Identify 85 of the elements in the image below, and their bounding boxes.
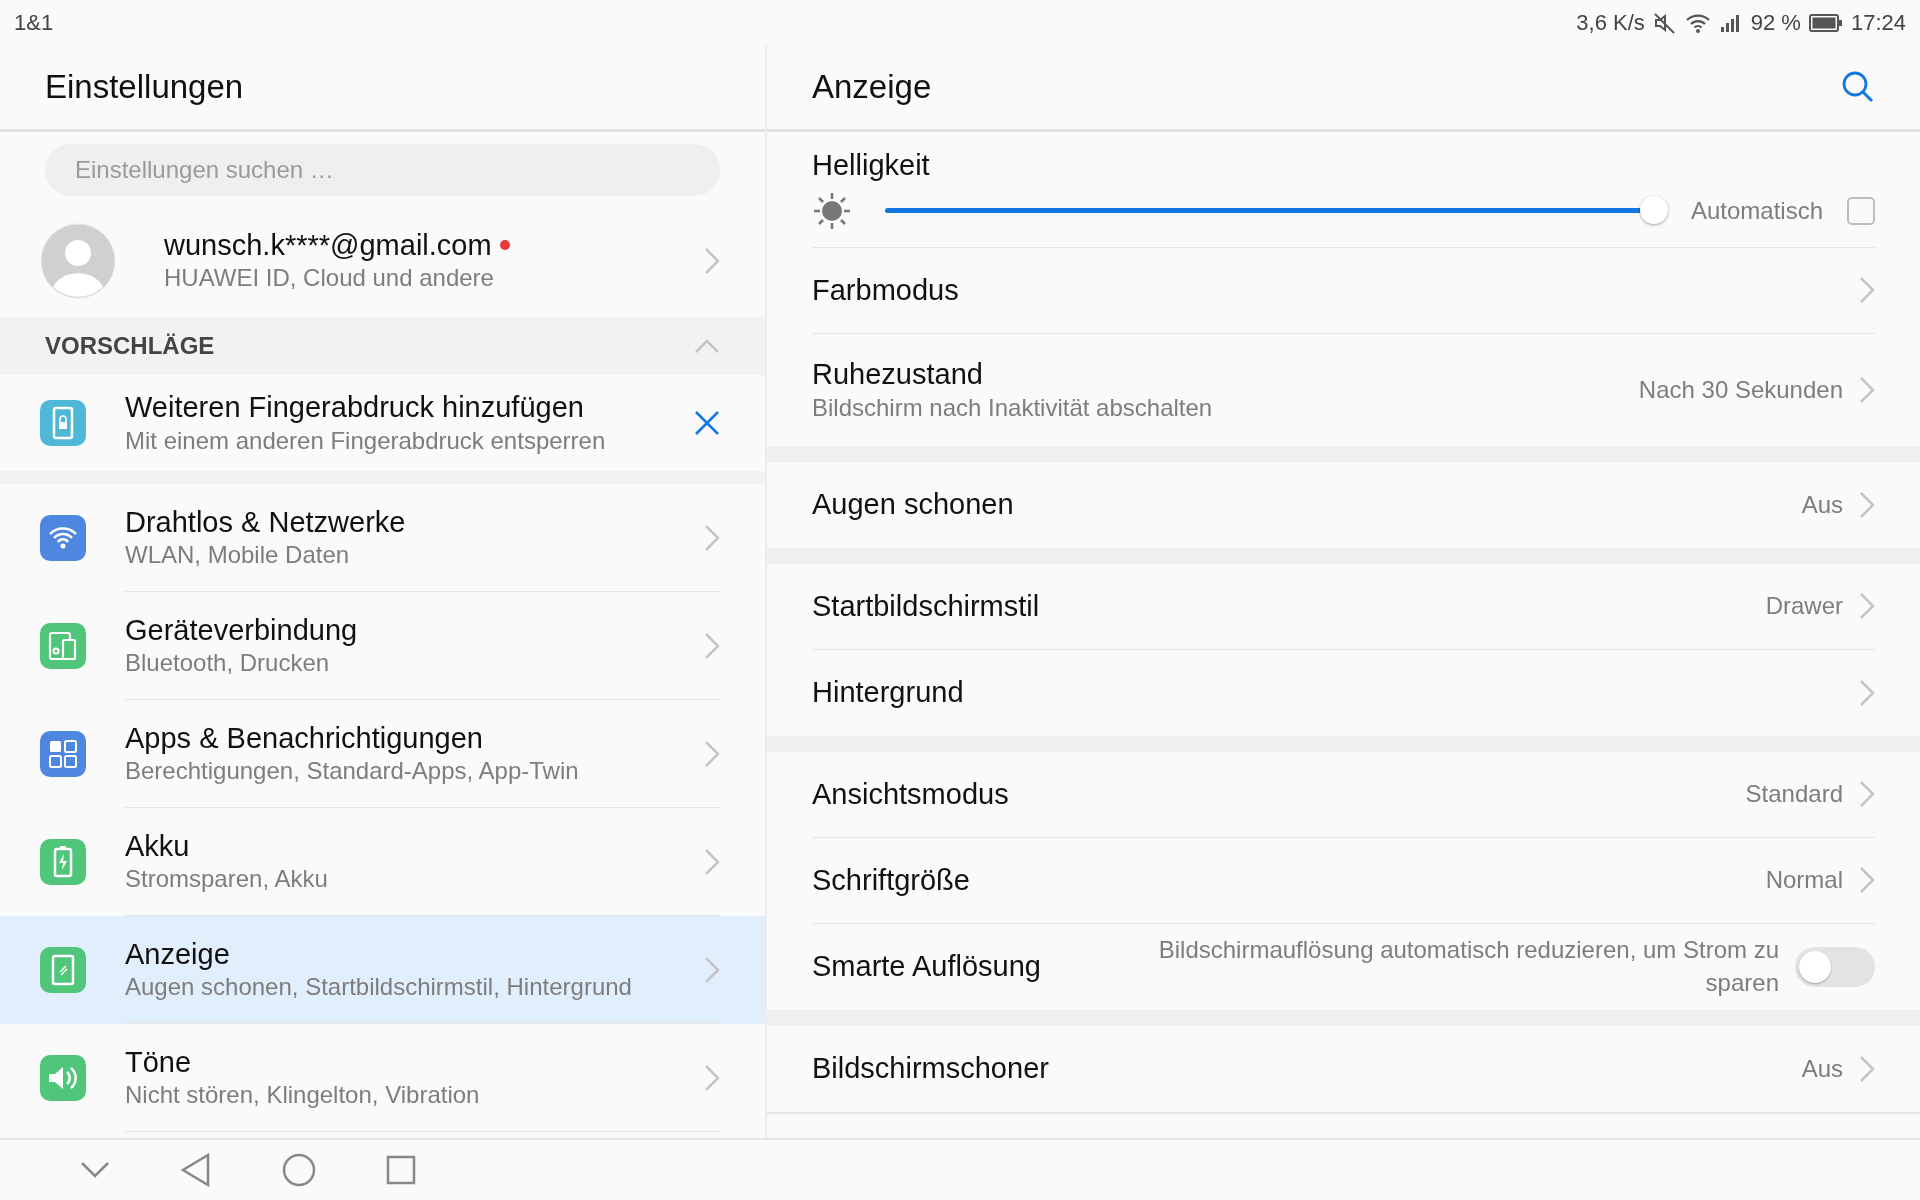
chevron-right-icon xyxy=(704,246,720,275)
setting-value: Drawer xyxy=(1765,591,1843,622)
setting-value: Aus xyxy=(1801,1053,1843,1084)
item-title: Töne xyxy=(125,1044,193,1080)
item-subtitle: Stromsparen, Akku xyxy=(125,864,329,895)
clock-time: 17:24 xyxy=(1850,9,1906,37)
setting-row[interactable]: Ansichtsmodus Standard xyxy=(812,751,1875,838)
setting-title: Ansichtsmodus xyxy=(812,776,1010,812)
item-subtitle: Bluetooth, Drucken xyxy=(125,648,331,679)
slider-thumb[interactable] xyxy=(1639,196,1668,225)
account-subtitle: HUAWEI ID, Cloud und andere xyxy=(164,263,495,294)
chevron-right-icon xyxy=(1859,490,1875,519)
recents-icon[interactable] xyxy=(386,1155,416,1185)
auto-label: Automatisch xyxy=(1690,195,1823,226)
item-subtitle: WLAN, Mobile Daten xyxy=(125,540,351,571)
setting-title: Ruhezustand xyxy=(812,356,984,392)
chevron-right-icon xyxy=(1859,678,1875,707)
setting-row[interactable]: Schriftgröße Normal xyxy=(812,837,1875,924)
setting-title: Schriftgröße xyxy=(812,862,971,898)
setting-title: Smarte Auflösung xyxy=(812,949,1042,985)
search-icon[interactable] xyxy=(1841,70,1875,104)
item-subtitle: Berechtigungen, Standard-Apps, App-Twin xyxy=(125,756,580,787)
chevron-right-icon xyxy=(704,1063,720,1092)
item-title: Geräteverbindung xyxy=(125,612,359,648)
setting-row[interactable]: Ruhezustand Bildschirm nach Inaktivität abschalten Nach 30 Sekunden xyxy=(812,333,1875,446)
toggle-switch[interactable] xyxy=(1795,946,1875,987)
item-title: Drahtlos & Netzwerke xyxy=(125,504,407,540)
carrier-name: 1&1 xyxy=(14,9,54,37)
home-icon[interactable] xyxy=(282,1153,316,1187)
settings-item[interactable]: Töne Nicht stören, Klingelton, Vibration xyxy=(0,1024,765,1132)
chevron-right-icon xyxy=(704,523,720,552)
avatar-icon xyxy=(40,222,116,299)
chevron-right-icon xyxy=(1859,866,1875,895)
chevron-right-icon xyxy=(1859,276,1875,305)
setting-row[interactable]: Farbmodus xyxy=(812,247,1875,334)
setting-title: Augen schonen xyxy=(812,487,1015,523)
setting-value: Aus xyxy=(1801,489,1843,520)
setting-value: Standard xyxy=(1745,779,1843,810)
setting-subtitle: Bildschirm nach Inaktivität abschalten xyxy=(812,392,1214,423)
chevron-right-icon xyxy=(704,739,720,768)
chevron-right-icon xyxy=(1859,375,1875,404)
settings-item[interactable]: Anzeige Augen schonen, Startbildschirmstil, Hintergrund xyxy=(0,916,765,1024)
chevron-right-icon xyxy=(1859,592,1875,621)
setting-value: Nach 30 Sekunden xyxy=(1638,374,1843,405)
battery-percentage: 92 % xyxy=(1750,9,1801,37)
settings-item[interactable]: Drahtlos & Netzwerke WLAN, Mobile Daten xyxy=(0,484,765,592)
setting-title: Startbildschirmstil xyxy=(812,588,1041,624)
settings-item[interactable]: Apps & Benachrichtigungen Berechtigungen, Standard-Apps, App-Twin xyxy=(0,700,765,808)
item-title: Anzeige xyxy=(125,936,231,972)
item-title: Akku xyxy=(125,828,191,864)
chevron-right-icon xyxy=(1859,780,1875,809)
item-subtitle: Augen schonen, Startbildschirmstil, Hintergrund xyxy=(125,972,633,1003)
chevron-right-icon xyxy=(704,847,720,876)
setting-description: Bildschirmauflösung automatisch reduzieren, um Strom zu sparen xyxy=(1157,935,1779,998)
setting-row[interactable]: Hintergrund xyxy=(812,649,1875,736)
battery-icon xyxy=(1808,13,1843,32)
muted-speaker-icon xyxy=(1652,10,1677,35)
settings-item[interactable]: Geräteverbindung Bluetooth, Drucken xyxy=(0,592,765,700)
chevron-right-icon xyxy=(1859,1054,1875,1083)
back-icon[interactable] xyxy=(180,1153,212,1187)
network-speed: 3,6 K/s xyxy=(1576,9,1645,37)
setting-title: Hintergrund xyxy=(812,675,965,711)
sun-icon xyxy=(812,190,852,231)
chevron-right-icon xyxy=(704,631,720,660)
setting-value: Normal xyxy=(1765,865,1843,896)
checkbox[interactable] xyxy=(1847,196,1875,225)
setting-row[interactable]: Bildschirmschoner Aus xyxy=(812,1025,1875,1112)
setting-row[interactable]: Augen schonen Aus xyxy=(812,461,1875,548)
account-email: wunsch.k****@gmail.com xyxy=(164,227,492,263)
suggestion-subtitle: Mit einem anderen Fingerabdruck entsperren xyxy=(125,425,607,456)
close-icon[interactable] xyxy=(694,410,720,436)
suggestion-title: Weiteren Fingerabdruck hinzufügen xyxy=(125,390,585,425)
setting-title: Bildschirmschoner xyxy=(812,1051,1050,1087)
setting-title: Farbmodus xyxy=(812,272,960,308)
account-row[interactable]: wunsch.k****@gmail.com HUAWEI ID, Cloud und andere xyxy=(0,204,765,317)
chevron-right-icon xyxy=(704,955,720,984)
item-title: Apps & Benachrichtigungen xyxy=(125,720,484,756)
chevron-down-icon[interactable] xyxy=(80,1161,110,1179)
section-header: VORSCHLÄGE xyxy=(45,331,216,361)
setting-title: Helligkeit xyxy=(812,148,931,183)
setting-row[interactable]: Startbildschirmstil Drawer xyxy=(812,563,1875,650)
search-field[interactable]: Einstellungen suchen … xyxy=(45,144,720,196)
pane-title: Anzeige xyxy=(812,67,932,108)
item-subtitle: Nicht stören, Klingelton, Vibration xyxy=(125,1080,481,1111)
pane-title: Einstellungen xyxy=(45,67,244,108)
